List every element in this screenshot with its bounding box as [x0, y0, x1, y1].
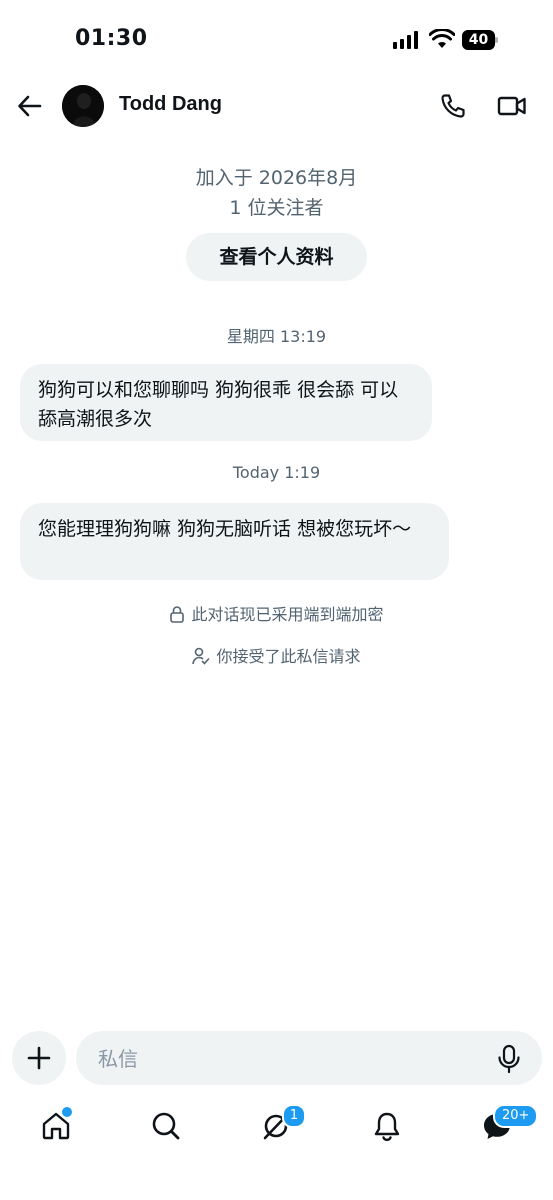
plus-icon [27, 1046, 51, 1070]
grok-badge: 1 [282, 1104, 306, 1128]
cellular-signal-icon [393, 31, 419, 49]
bell-icon[interactable] [371, 1110, 403, 1142]
add-media-button[interactable] [12, 1031, 66, 1085]
person-check-icon [192, 647, 210, 665]
microphone-icon[interactable] [495, 1044, 523, 1074]
message-input[interactable] [96, 1031, 480, 1087]
search-icon[interactable] [150, 1110, 182, 1142]
encryption-notice: 此对话现已采用端到端加密 [0, 601, 553, 625]
request-accepted-notice: 你接受了此私信请求 [0, 643, 553, 667]
joined-date: 加入于 2026年8月 [195, 167, 358, 189]
avatar[interactable] [62, 85, 104, 127]
follower-count: 1 位关注者 [229, 197, 324, 219]
battery-level: 40 [468, 32, 489, 48]
messages-badge: 20+ [493, 1104, 539, 1128]
lock-icon [170, 606, 185, 623]
phone-call-icon[interactable] [439, 92, 467, 120]
message-timestamp: Today 1:19 [232, 463, 321, 482]
message-timestamp: 星期四 13:19 [226, 327, 327, 346]
wifi-icon [429, 29, 455, 48]
message-bubble[interactable]: 狗狗可以和您聊聊吗 狗狗很乖 很会舔 可以舔高潮很多次 [20, 364, 432, 441]
request-accepted-text: 你接受了此私信请求 [216, 647, 361, 666]
message-composer[interactable] [76, 1031, 542, 1087]
back-arrow-icon[interactable] [16, 92, 44, 120]
contact-name[interactable]: Todd Dang [119, 93, 222, 116]
home-notification-dot [60, 1105, 74, 1119]
encryption-notice-text: 此对话现已采用端到端加密 [191, 605, 384, 624]
view-profile-button[interactable]: 查看个人资料 [186, 233, 367, 281]
battery-icon: 40 [462, 30, 498, 50]
video-call-icon[interactable] [497, 92, 527, 120]
message-bubble[interactable]: 您能理理狗狗嘛 狗狗无脑听话 想被您玩坏～ [20, 503, 449, 580]
status-time: 01:30 [75, 26, 148, 51]
